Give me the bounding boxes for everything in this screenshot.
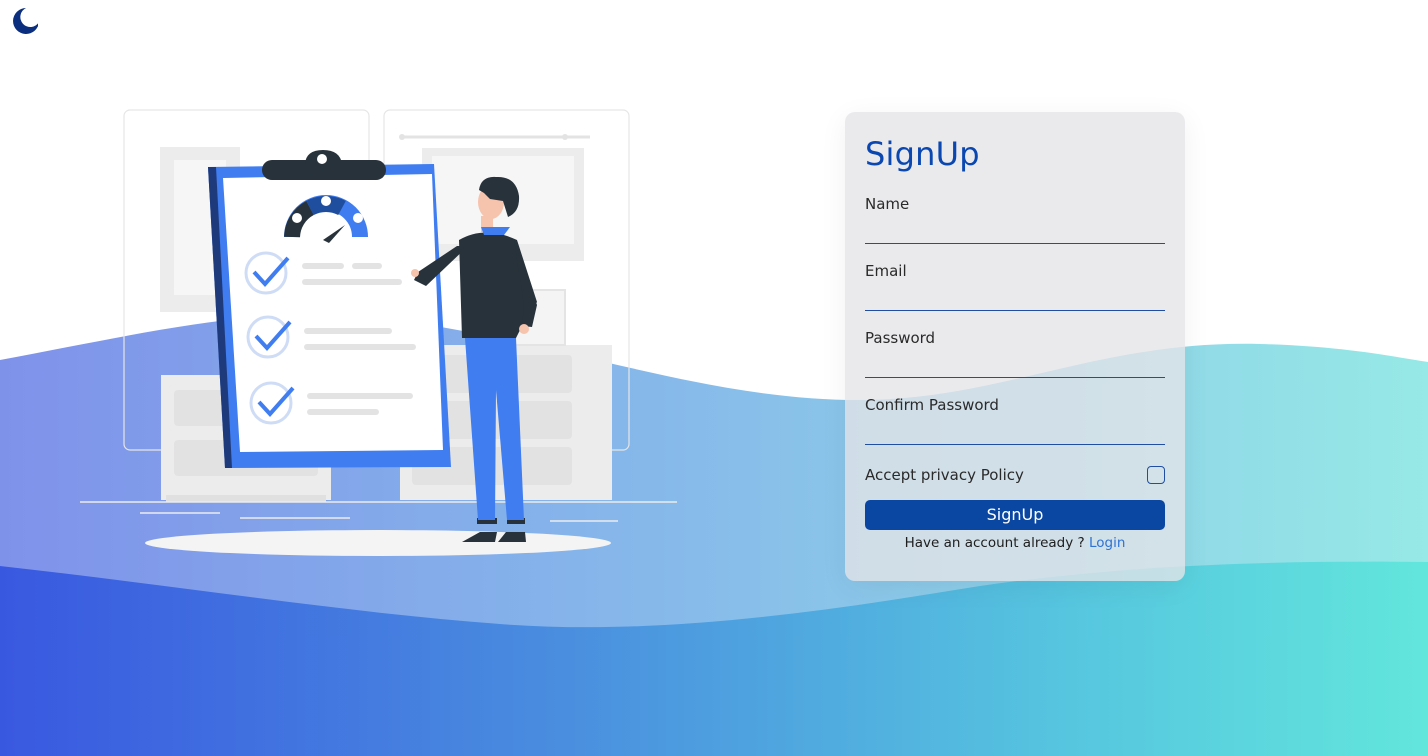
email-input[interactable] xyxy=(865,284,1165,311)
confirm-password-label: Confirm Password xyxy=(865,395,999,414)
confirm-password-input[interactable] xyxy=(865,418,1165,445)
password-input[interactable] xyxy=(865,351,1165,378)
email-label: Email xyxy=(865,261,907,280)
form-title: SignUp xyxy=(865,135,980,173)
login-link[interactable]: Login xyxy=(1089,535,1125,551)
signup-button[interactable]: SignUp xyxy=(865,499,1165,530)
name-field: Name xyxy=(865,194,1165,261)
privacy-policy-label: Accept privacy Policy xyxy=(865,465,1024,484)
privacy-policy-checkbox[interactable] xyxy=(1147,465,1165,484)
privacy-policy-row: Accept privacy Policy xyxy=(865,460,1165,490)
signup-card: SignUp Name Email Password Confirm Passw… xyxy=(845,112,1185,581)
email-field: Email xyxy=(865,261,1165,328)
name-label: Name xyxy=(865,194,910,213)
name-input[interactable] xyxy=(865,217,1165,244)
password-label: Password xyxy=(865,328,936,347)
moon-icon[interactable] xyxy=(6,4,39,36)
confirm-password-field: Confirm Password xyxy=(865,395,1165,462)
login-prompt-line: Have an account already ? Login xyxy=(865,535,1165,551)
login-prompt-text: Have an account already ? xyxy=(904,534,1085,551)
survey-checklist-illustration xyxy=(80,109,677,556)
password-field: Password xyxy=(865,328,1165,395)
